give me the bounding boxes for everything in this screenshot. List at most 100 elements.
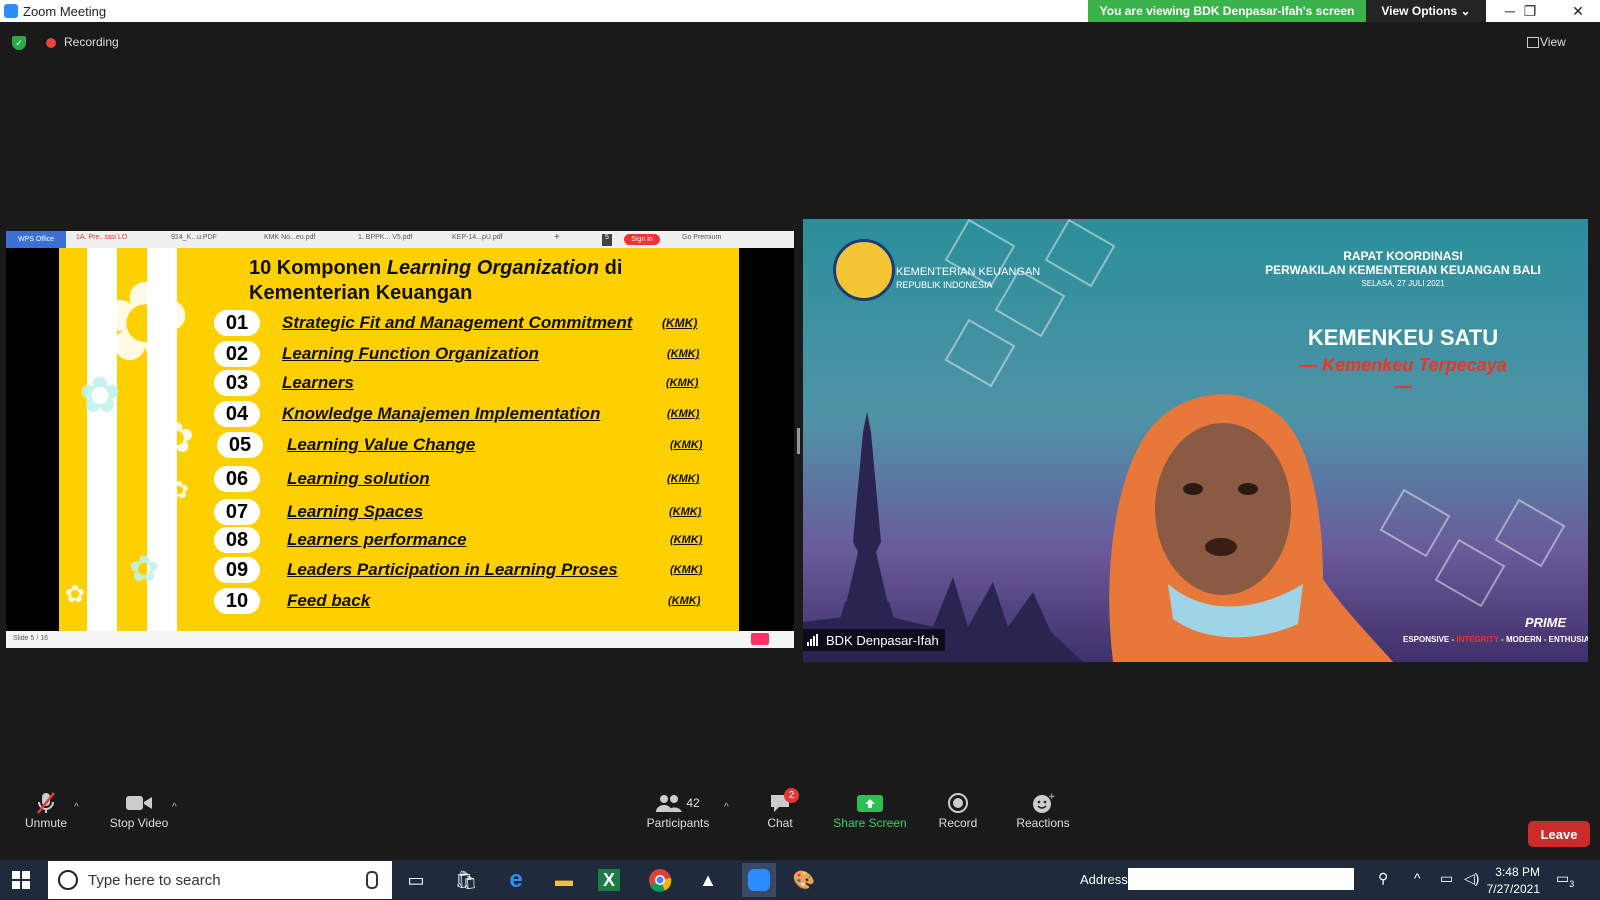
edge-icon[interactable]: e	[502, 866, 530, 894]
encryption-shield-icon[interactable]: ✓	[12, 36, 26, 50]
unmute-button[interactable]: Unmute	[18, 790, 74, 830]
smiley-plus-icon: +	[1008, 790, 1078, 816]
wps-status-bar: Slide 5 / 16	[6, 631, 794, 648]
volume-icon[interactable]: ◁)	[1464, 870, 1479, 887]
item-label: Feed back	[287, 591, 371, 610]
reactions-label: Reactions	[1016, 816, 1070, 830]
participants-icon: 42	[640, 790, 716, 816]
wps-doc-tab: 1A. Pre...tasi LO	[76, 234, 128, 241]
chat-badge: 2	[784, 788, 799, 803]
prime-tagline: ESPONSIVE - INTEGRITY - MODERN - ENTHUSI…	[1403, 635, 1588, 644]
participants-label: Participants	[646, 816, 710, 830]
shared-screen[interactable]: WPS Office 1A. Pre...tasi LO 924_K...u.P…	[6, 231, 794, 648]
event-title: RAPAT KOORDINASI	[1343, 249, 1463, 263]
org-name: KEMENTERIAN KEUANGAN REPUBLIK INDONESIA	[896, 266, 1040, 292]
wps-new-tab-icon: +	[554, 232, 560, 243]
item-number: 05	[217, 432, 263, 458]
wps-doc-tab: 1. BPPK... V5.pdf	[358, 234, 413, 241]
record-button[interactable]: Record	[928, 790, 988, 830]
chat-label: Chat	[767, 816, 793, 830]
item-number: 07	[214, 499, 260, 525]
microphone-icon[interactable]	[366, 871, 378, 889]
item-tag: (KMK)	[667, 348, 700, 360]
window-titlebar: Zoom Meeting You are viewing BDK Denpasa…	[0, 0, 1600, 22]
list-item: 08 Learners performance (KMK)	[214, 527, 734, 553]
presentation-slide: ✿ ✿ ✿ ✿ ✿ ✿ ✿ 10 Komponen Learning Organ…	[59, 248, 739, 631]
chat-bubble-icon: 2	[760, 788, 800, 816]
task-view-icon[interactable]: ▭	[402, 866, 430, 894]
recording-label[interactable]: Recording	[64, 35, 119, 49]
item-number: 10	[214, 588, 260, 614]
network-icon[interactable]: ▭	[1440, 870, 1453, 887]
item-label: Strategic Fit and Management Commitment	[282, 313, 633, 332]
signal-bars-icon	[807, 634, 821, 646]
participants-caret-icon[interactable]: ^	[724, 802, 729, 813]
file-explorer-icon[interactable]: ▬	[550, 866, 578, 894]
item-tag: (KMK)	[670, 439, 703, 451]
participants-count: 42	[686, 796, 700, 810]
store-icon[interactable]: 🛍	[452, 866, 480, 894]
paint-icon[interactable]: 🎨	[790, 866, 818, 894]
item-tag: (KMK)	[667, 473, 700, 485]
participant-person	[1109, 394, 1393, 662]
share-screen-label: Share Screen	[833, 816, 907, 830]
slide-title-text: 10 Komponen	[249, 257, 387, 279]
restore-button[interactable]: ❐	[1510, 0, 1550, 22]
item-tag: (KMK)	[670, 534, 703, 546]
unmute-label: Unmute	[24, 816, 68, 830]
flower-decoration-icon: ✿	[95, 510, 117, 540]
split-view-handle[interactable]	[797, 428, 800, 454]
list-item: 03 Learners (KMK)	[214, 370, 734, 396]
slide-title-italic: Learning Organization	[386, 257, 600, 279]
people-icon[interactable]: ⚲	[1378, 870, 1388, 887]
slide-title-line2: Kementerian Keuangan	[249, 282, 473, 304]
taskbar-search-box[interactable]: Type here to search	[48, 861, 392, 899]
flower-decoration-icon: ✿	[65, 581, 86, 608]
event-header: RAPAT KOORDINASI PERWAKILAN KEMENTERIAN …	[1263, 249, 1543, 288]
photos-icon[interactable]: ▲	[694, 866, 722, 894]
address-label: Address	[1080, 872, 1128, 887]
windows-start-icon[interactable]	[12, 871, 30, 889]
participant-name: BDK Denpasar-Ifah	[826, 632, 939, 648]
chat-button[interactable]: 2 Chat	[760, 788, 800, 830]
wps-sign-in: Sign in	[624, 234, 660, 245]
item-number: 04	[214, 401, 260, 427]
tagline-part: - MODERN - ENTHUSIASTIC	[1501, 635, 1588, 644]
wps-tab-bar: WPS Office 1A. Pre...tasi LO 924_K...u.P…	[6, 231, 794, 248]
view-options-label: View Options	[1381, 4, 1458, 18]
org-subtitle: REPUBLIK INDONESIA	[896, 280, 993, 290]
excel-icon[interactable]: X	[598, 869, 620, 891]
wps-tab-count: 5	[602, 234, 612, 246]
participant-nametag: BDK Denpasar-Ifah	[803, 629, 945, 651]
view-options-button[interactable]: View Options ⌄	[1366, 0, 1486, 22]
leave-button[interactable]: Leave	[1528, 821, 1590, 847]
clock-time: 3:48 PM	[1495, 865, 1540, 879]
flower-decoration-icon: ✿	[79, 367, 121, 423]
slide-title: 10 Komponen Learning Organization di Kem…	[249, 256, 622, 306]
item-label: Learning Value Change	[287, 435, 476, 454]
close-button[interactable]: ✕	[1558, 0, 1598, 22]
item-tag: (KMK)	[666, 377, 699, 389]
audio-options-caret-icon[interactable]: ^	[74, 802, 79, 813]
flower-decoration-icon: ✿	[129, 548, 160, 589]
chrome-icon[interactable]	[646, 866, 674, 894]
address-field[interactable]	[1128, 868, 1354, 890]
participant-video[interactable]: KEMENTERIAN KEUANGAN REPUBLIK INDONESIA …	[803, 219, 1588, 662]
video-options-caret-icon[interactable]: ^	[172, 802, 177, 813]
tray-chevron-up-icon[interactable]: ^	[1414, 870, 1421, 886]
stop-video-button[interactable]: Stop Video	[104, 790, 174, 830]
view-button[interactable]: View	[1540, 35, 1566, 49]
participants-button[interactable]: 42 Participants	[640, 790, 716, 830]
view-grid-icon[interactable]	[1527, 37, 1539, 48]
event-subtitle: PERWAKILAN KEMENTERIAN KEUANGAN BALI	[1265, 263, 1541, 277]
record-icon	[928, 790, 988, 816]
tagline-part: ESPONSIVE -	[1403, 635, 1457, 644]
share-screen-button[interactable]: Share Screen	[830, 790, 910, 830]
slide-title-text: di	[599, 257, 623, 279]
zoom-taskbar-icon[interactable]	[742, 863, 776, 897]
svg-text:+: +	[1048, 792, 1055, 802]
clock-date: 7/27/2021	[1486, 882, 1540, 896]
taskbar-clock[interactable]: 3:48 PM 7/27/2021	[1480, 864, 1540, 898]
notifications-icon[interactable]: ▭3	[1556, 870, 1574, 889]
reactions-button[interactable]: + Reactions	[1008, 790, 1078, 830]
